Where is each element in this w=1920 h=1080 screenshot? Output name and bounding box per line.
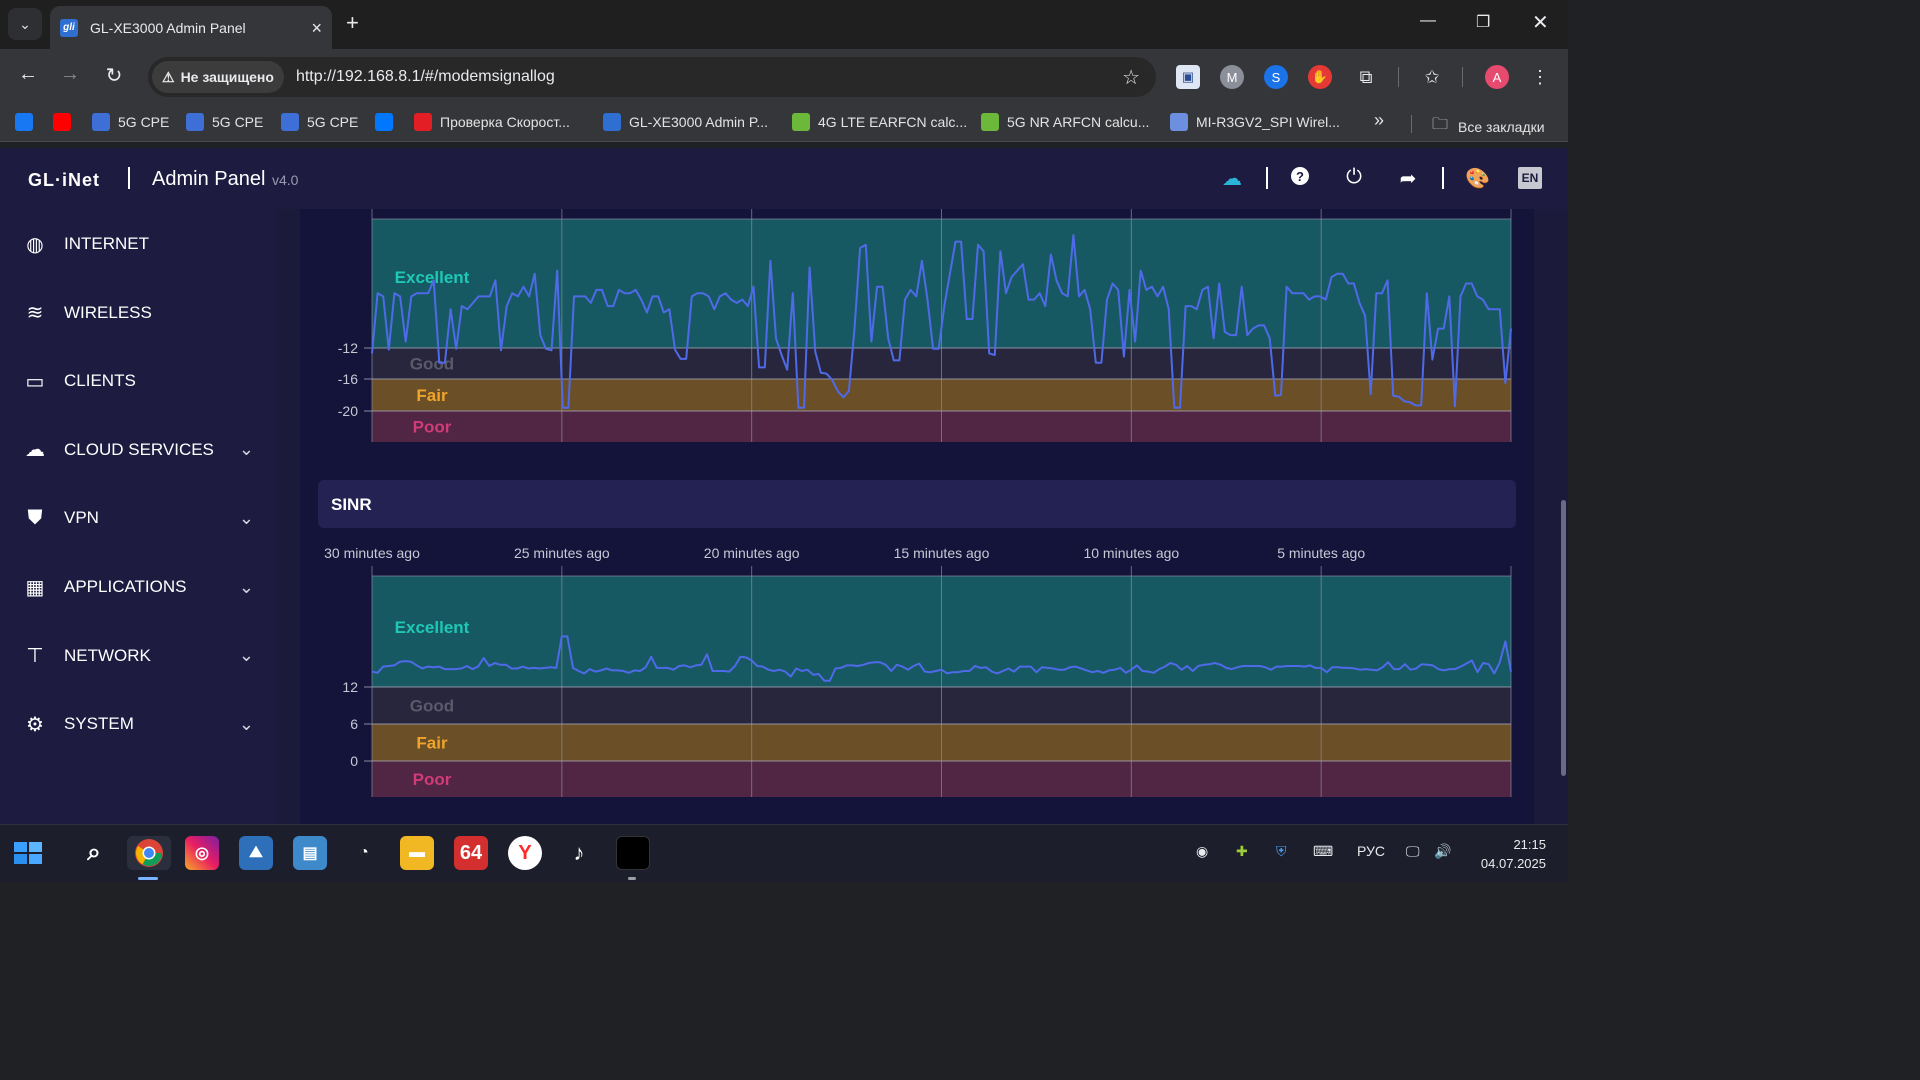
instagram-icon[interactable]: ◎ (185, 836, 219, 870)
tiktok-icon[interactable]: ♪ (562, 836, 596, 870)
input-language[interactable]: РУС (1357, 843, 1385, 859)
control-icon[interactable]: ▤ (293, 836, 327, 870)
y-tick-label: 6 (350, 716, 358, 732)
zone-label-fair: Fair (416, 386, 448, 405)
y-tick-label: 12 (342, 679, 358, 695)
clock-date: 04.07.2025 (1480, 856, 1546, 871)
x-tick-label: 5 minutes ago (1277, 545, 1365, 561)
tray-app-icon[interactable]: ◉ (1196, 843, 1208, 860)
y-tick-label: -16 (338, 371, 358, 387)
tray-kaspersky-icon[interactable]: ✚ (1236, 843, 1248, 860)
speedometer-icon[interactable]: ◔ (347, 836, 381, 870)
x-tick-label: 15 minutes ago (894, 545, 990, 561)
zone-label-good: Good (410, 697, 454, 716)
x-tick-label: 25 minutes ago (514, 545, 610, 561)
signal-charts: -12-16-20ExcellentGoodFairPoor1260Excell… (324, 209, 1512, 797)
clock-time: 21:15 (1513, 837, 1546, 852)
x-tick-label: 30 minutes ago (324, 545, 420, 561)
clock[interactable]: 21:15 04.07.2025 (1474, 835, 1546, 873)
zone-label-poor: Poor (413, 770, 452, 789)
tray-security-icon[interactable]: ⛨ (1276, 843, 1287, 860)
chrome-icon[interactable] (127, 836, 171, 870)
x-tick-label: 20 minutes ago (704, 545, 800, 561)
running-app-indicator (628, 877, 636, 880)
taskbar: ⌕ ◎ ⛰ ▤ ◔ ▬ 64 Y ♪ ◉ ✚ ⛨ ⌨ РУС 🖵 🔊 21:15… (0, 824, 1568, 882)
zone-label-fair: Fair (416, 734, 448, 753)
x-tick-label: 10 minutes ago (1083, 545, 1179, 561)
y-tick-label: -12 (338, 340, 358, 356)
keyboard-icon[interactable]: ⌨ (1313, 843, 1333, 860)
aida64-icon[interactable]: 64 (454, 836, 488, 870)
active-app-indicator (138, 877, 158, 880)
volume-icon[interactable]: 🔊 (1434, 843, 1451, 860)
start-icon[interactable] (12, 836, 46, 870)
zone-label-poor: Poor (413, 418, 452, 437)
photos-icon[interactable]: ⛰ (239, 836, 273, 870)
zone-label-good: Good (410, 355, 454, 374)
y-tick-label: 0 (350, 753, 358, 769)
zone-label-excellent: Excellent (395, 618, 470, 637)
search-icon[interactable]: ⌕ (77, 836, 111, 870)
y-tick-label: -20 (338, 403, 358, 419)
network-icon[interactable]: 🖵 (1406, 843, 1420, 860)
yandex-icon[interactable]: Y (508, 836, 542, 870)
terminal-icon[interactable] (616, 836, 650, 870)
folder-icon[interactable]: ▬ (400, 836, 434, 870)
